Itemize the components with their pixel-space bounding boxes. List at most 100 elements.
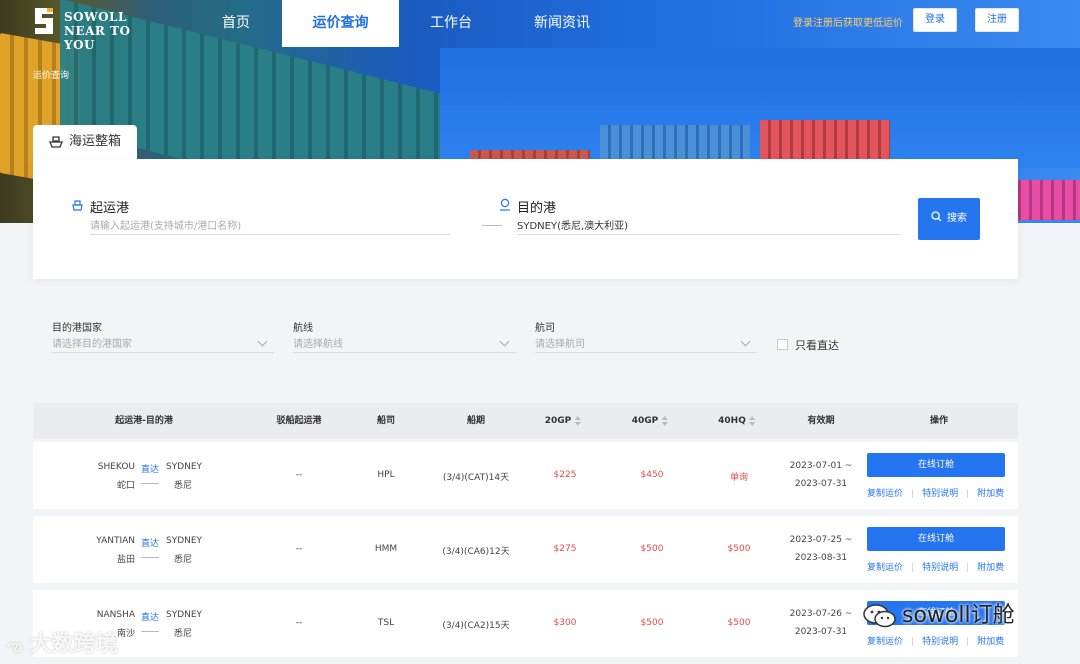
copy-rate-link[interactable]: 复制运价 — [867, 637, 903, 647]
divider: | — [966, 563, 970, 573]
schedule: (3/4)(CA6)12天 — [442, 547, 510, 557]
valid-from: 2023-07-26 ~ — [789, 609, 853, 619]
search-button[interactable]: 搜索 — [918, 198, 980, 240]
th-schedule: 船期 — [466, 416, 486, 426]
carrier: HPL — [377, 470, 395, 480]
table-row: YANTIAN 盐田 直达 SYDNEY 悉尼 -- HMM (3/4)(CA6)12天 $27… — [33, 516, 1018, 583]
valid-to: 2023-07-31 — [794, 627, 848, 637]
chevron-down-icon — [740, 336, 751, 347]
price-20gp: $225 — [553, 470, 577, 480]
th-40hq[interactable]: 40HQ — [718, 403, 756, 439]
search-button-label: 搜索 — [947, 213, 967, 224]
promo-text[interactable]: 登录注册后获取更低运价 — [793, 14, 903, 29]
book-online-button[interactable]: 在线订舱 — [867, 527, 1005, 551]
destination-port-input[interactable]: SYDNEY(悉尼,澳大利亚) — [517, 217, 900, 235]
copy-rate-link[interactable]: 复制运价 — [867, 563, 903, 573]
direct-only-checkbox[interactable] — [777, 339, 788, 350]
nav-item-news[interactable]: 新闻资讯 — [500, 0, 624, 47]
pol-name-cn: 盐田 — [116, 555, 135, 565]
search-card: 起运港 请输入起运港(支持城市/港口名称) 目的港 SYDNEY(悉尼,澳大利亚… — [33, 159, 1018, 279]
nav-item-workbench[interactable]: 工作台 — [416, 0, 486, 47]
divider: | — [911, 563, 915, 573]
sort-icon — [574, 415, 581, 426]
price-40gp: $500 — [640, 618, 664, 628]
direct-badge: 直达 — [140, 539, 160, 549]
pol-code: SHEKOU — [97, 462, 135, 472]
hero-container-pink — [1010, 180, 1080, 220]
register-button[interactable]: 注册 — [975, 8, 1019, 32]
destination-pin-icon — [500, 198, 510, 211]
direct-badge: 直达 — [140, 613, 160, 623]
chevron-down-icon — [257, 336, 268, 347]
pod-name-cn: 悉尼 — [174, 629, 193, 639]
th-40gp[interactable]: 40GP — [632, 403, 669, 439]
price-40hq: 单询 — [729, 473, 749, 483]
origin-port-icon — [72, 200, 83, 211]
pod-code: SYDNEY — [166, 610, 203, 620]
th-20gp[interactable]: 20GP — [545, 403, 582, 439]
th-action: 操作 — [929, 416, 949, 426]
breadcrumb[interactable]: 运价查询 — [33, 68, 69, 81]
carrier: HMM — [374, 544, 398, 554]
feeder-port: -- — [295, 618, 303, 628]
pol-code: NANSHA — [96, 610, 135, 620]
nav-item-rate-query[interactable]: 运价查询 — [282, 0, 399, 47]
watermark-left: ఌ 大数跨境 — [8, 626, 118, 659]
surcharge-link[interactable]: 附加费 — [977, 563, 1004, 573]
pol-name-cn: 蛇口 — [116, 481, 135, 491]
carrier-select[interactable]: 请选择航司 — [535, 335, 757, 353]
pod-name-cn: 悉尼 — [174, 555, 193, 565]
direct-only-label[interactable]: 只看直达 — [795, 337, 839, 353]
carrier: TSL — [377, 618, 395, 628]
book-online-button[interactable]: 在线订舱 — [867, 453, 1005, 477]
country-select[interactable]: 请选择目的港国家 — [52, 335, 274, 353]
login-button[interactable]: 登录 — [913, 8, 957, 32]
divider: | — [966, 637, 970, 647]
tab-sea-fcl[interactable]: 海运整箱 — [33, 125, 137, 159]
logo[interactable]: SOWOLL NEAR TO YOU — [30, 4, 160, 52]
swap-arrow-icon — [482, 220, 502, 226]
direct-badge: 直达 — [140, 465, 160, 475]
chevron-down-icon — [499, 336, 510, 347]
pod-name-cn: 悉尼 — [174, 481, 193, 491]
price-40hq: $500 — [727, 618, 751, 628]
surcharge-link[interactable]: 附加费 — [977, 489, 1004, 499]
carrier-select-placeholder: 请选择航司 — [535, 339, 585, 350]
special-note-link[interactable]: 特别说明 — [922, 563, 958, 573]
row-links: 复制运价 | 特别说明 | 附加费 — [867, 560, 1004, 573]
ship-icon — [49, 136, 63, 148]
divider: | — [911, 637, 915, 647]
pod-code: SYDNEY — [166, 462, 203, 472]
watermark-right: sowoll订舱 — [862, 597, 1015, 629]
special-note-link[interactable]: 特别说明 — [922, 489, 958, 499]
divider: | — [966, 489, 970, 499]
nav-item-home[interactable]: 首页 — [200, 0, 272, 47]
logo-text-line1: SOWOLL — [64, 10, 127, 24]
pol-name-cn: 南沙 — [116, 629, 135, 639]
wechat-icon — [863, 604, 896, 628]
watermark-left-text: 大数跨境 — [29, 632, 118, 657]
th-40hq-label: 40HQ — [718, 416, 746, 426]
route-arrow-icon — [141, 631, 159, 632]
route-select[interactable]: 请选择航线 — [293, 335, 516, 353]
country-filter-label: 目的港国家 — [52, 323, 102, 334]
price-20gp: $300 — [553, 618, 577, 628]
special-note-link[interactable]: 特别说明 — [922, 637, 958, 647]
tab-sea-fcl-label: 海运整箱 — [69, 134, 122, 149]
valid-to: 2023-08-31 — [794, 553, 848, 563]
valid-from: 2023-07-25 ~ — [789, 535, 853, 545]
sort-icon — [748, 415, 756, 426]
pol-code: YANTIAN — [96, 536, 135, 546]
schedule: (3/4)(CAT)14天 — [442, 473, 510, 483]
origin-port-input[interactable]: 请输入起运港(支持城市/港口名称) — [90, 217, 450, 235]
th-feeder: 驳船起运港 — [276, 416, 322, 426]
copy-rate-link[interactable]: 复制运价 — [867, 489, 903, 499]
surcharge-link[interactable]: 附加费 — [977, 637, 1004, 647]
valid-from: 2023-07-01 ~ — [789, 461, 853, 471]
origin-port-label: 起运港 — [90, 201, 130, 216]
divider: | — [911, 489, 915, 499]
price-40hq: $500 — [727, 544, 751, 554]
route-arrow-icon — [141, 483, 159, 484]
country-select-placeholder: 请选择目的港国家 — [52, 339, 132, 350]
route-filter-label: 航线 — [293, 323, 313, 334]
